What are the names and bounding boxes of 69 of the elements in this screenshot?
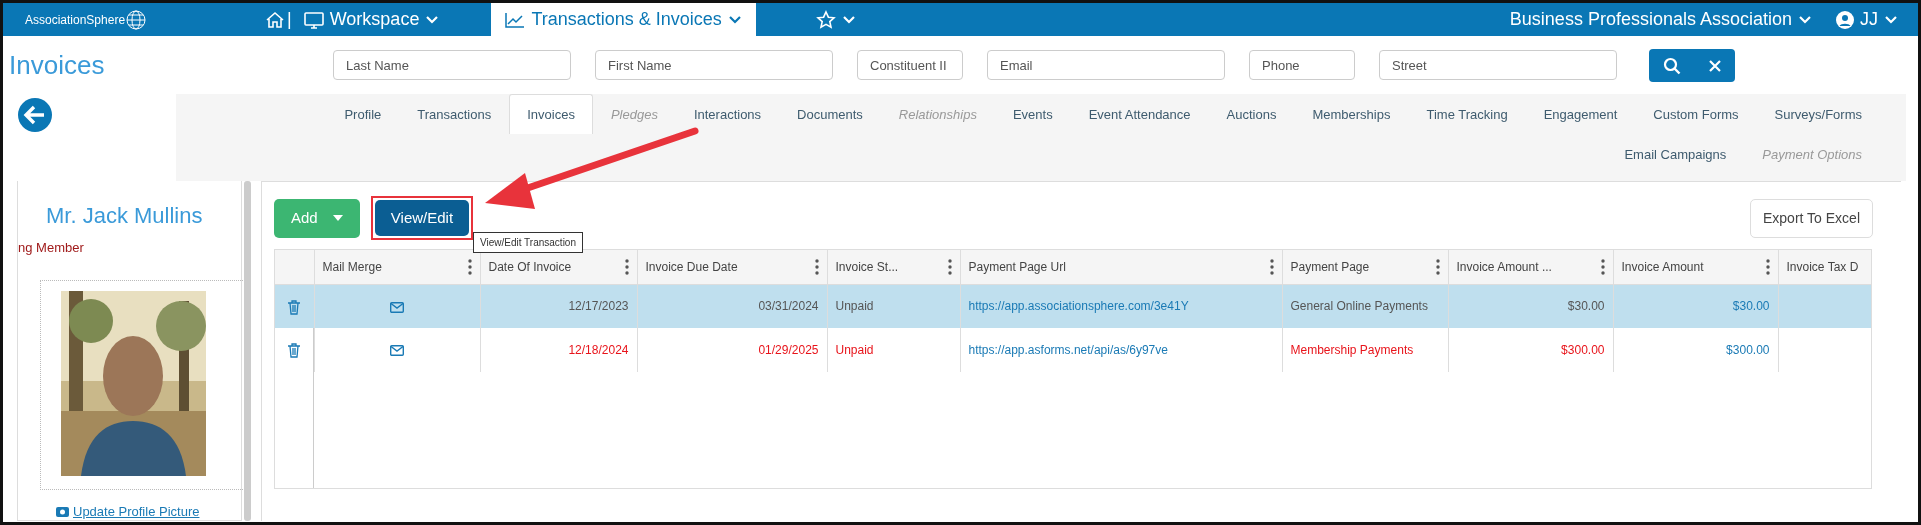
tooltip: View/Edit Transaction bbox=[473, 232, 583, 253]
tab[interactable]: Invoices bbox=[509, 94, 593, 134]
column-menu-icon[interactable] bbox=[624, 258, 629, 275]
caret-icon bbox=[333, 215, 343, 221]
camera-icon bbox=[56, 505, 69, 518]
close-icon bbox=[1709, 59, 1721, 72]
column-menu-icon[interactable] bbox=[1269, 258, 1274, 275]
search-field[interactable]: Last Name bbox=[333, 50, 571, 80]
column-menu-icon[interactable] bbox=[1600, 258, 1605, 275]
tab[interactable]: Surveys/Forms bbox=[1756, 94, 1880, 134]
table-cell: Unpaid bbox=[835, 343, 874, 357]
tab[interactable]: Engagement bbox=[1525, 94, 1636, 134]
table-cell: 01/29/2025 bbox=[758, 343, 819, 357]
tab[interactable]: Interactions bbox=[675, 94, 780, 134]
table-cell: $30.00 bbox=[1567, 299, 1605, 314]
column-menu-icon[interactable] bbox=[947, 258, 952, 275]
mail-icon[interactable] bbox=[390, 345, 404, 357]
search-field[interactable]: Phone bbox=[1249, 50, 1355, 80]
back-button[interactable] bbox=[17, 97, 53, 133]
search-field[interactable]: Email bbox=[987, 50, 1225, 80]
nav-menu[interactable]: Workspace bbox=[291, 3, 452, 36]
tab[interactable]: Auctions bbox=[1208, 94, 1295, 134]
column-menu-icon[interactable] bbox=[814, 258, 819, 275]
export-button[interactable]: Export To Excel bbox=[1750, 198, 1873, 238]
table-cell: $300.00 bbox=[1561, 343, 1605, 357]
tab[interactable]: Event Attendance bbox=[1070, 94, 1209, 134]
table-cell: $300.00 bbox=[1726, 343, 1770, 357]
user-avatar-icon bbox=[1836, 10, 1854, 29]
table-cell: $30.00 bbox=[1732, 299, 1770, 314]
page-title: Invoices bbox=[8, 48, 106, 82]
update-picture-link[interactable]: Update Profile Picture bbox=[56, 501, 241, 521]
scrollbar[interactable] bbox=[244, 181, 251, 521]
column-menu-icon[interactable] bbox=[1765, 258, 1770, 275]
search-field[interactable]: Street bbox=[1379, 50, 1617, 80]
tab[interactable]: Email Campaigns bbox=[1606, 136, 1745, 172]
home-icon bbox=[265, 9, 285, 30]
url-link[interactable]: https://app.asforms.net/api/as/6y97ve bbox=[968, 343, 1168, 357]
search-field[interactable]: First Name bbox=[595, 50, 833, 80]
table-cell: 12/18/2024 bbox=[568, 343, 629, 357]
tab[interactable]: Documents bbox=[779, 94, 881, 134]
table-cell: 12/17/2023 bbox=[568, 299, 629, 314]
tab[interactable]: Memberships bbox=[1294, 94, 1409, 134]
user-menu[interactable]: JJ bbox=[1824, 3, 1910, 36]
search-field[interactable]: Constituent II bbox=[857, 50, 963, 80]
table-cell: Membership Payments bbox=[1290, 343, 1414, 357]
monitor-icon bbox=[303, 9, 324, 30]
tab[interactable]: Transactions bbox=[399, 94, 510, 134]
search-icon bbox=[1663, 56, 1681, 75]
tab[interactable]: Profile bbox=[326, 94, 400, 134]
tab[interactable]: Custom Forms bbox=[1635, 94, 1757, 134]
tab[interactable]: Time Tracking bbox=[1408, 94, 1526, 134]
trash-icon[interactable] bbox=[288, 343, 301, 359]
trash-icon[interactable] bbox=[288, 299, 301, 315]
table-cell: 03/31/2024 bbox=[758, 299, 819, 314]
membership-label: ng Member bbox=[18, 239, 85, 257]
column-menu-icon[interactable] bbox=[1435, 258, 1440, 275]
view-edit-button[interactable]: View/Edit bbox=[375, 200, 469, 236]
mail-icon[interactable] bbox=[390, 301, 404, 313]
column-header[interactable]: Payment Page Url bbox=[968, 257, 1066, 276]
tab[interactable]: Events bbox=[994, 94, 1071, 134]
table-cell: General Online Payments bbox=[1290, 299, 1428, 314]
organization-menu[interactable]: Business Professionals Association bbox=[1497, 3, 1824, 36]
star-icon bbox=[815, 9, 836, 30]
contact-name: Mr. Jack Mullins bbox=[46, 202, 204, 230]
table-cell: Unpaid bbox=[835, 299, 874, 314]
nav-menu[interactable]: Transactions & Invoices bbox=[491, 3, 756, 36]
logo[interactable]: AssociationSphere bbox=[25, 9, 215, 30]
column-menu-icon[interactable] bbox=[467, 258, 472, 275]
nav-separator: | bbox=[287, 8, 292, 31]
